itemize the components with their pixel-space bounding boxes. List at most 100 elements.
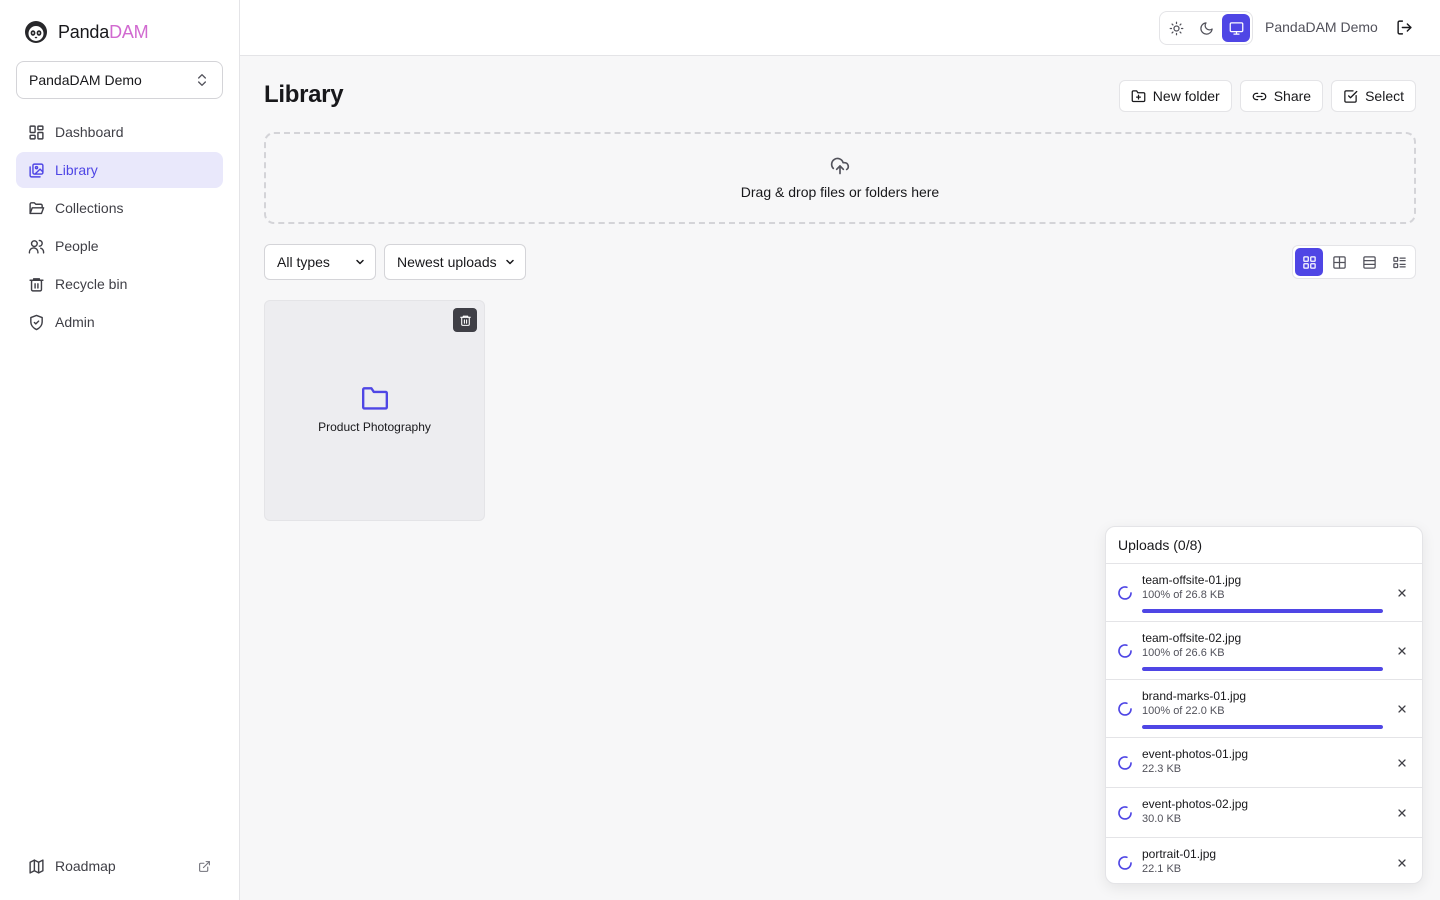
monitor-icon xyxy=(1229,21,1243,35)
sidebar-item-label: People xyxy=(55,238,99,254)
sidebar-item-roadmap[interactable]: Roadmap xyxy=(16,848,223,884)
sidebar-item-label: Dashboard xyxy=(55,124,124,140)
trash-icon xyxy=(459,315,471,326)
workspace-select[interactable]: PandaDAM Demo xyxy=(16,61,223,99)
upload-item: team-offsite-02.jpg 100% of 26.6 KB xyxy=(1106,622,1422,680)
upload-file-name: event-photos-02.jpg xyxy=(1142,797,1249,811)
dropzone-text: Drag & drop files or folders here xyxy=(740,184,940,200)
folder-icon xyxy=(362,387,388,410)
share-label: Share xyxy=(1273,88,1312,104)
sidebar-item-recycle-bin[interactable]: Recycle bin xyxy=(16,266,223,302)
folder-card[interactable]: Product Photography xyxy=(264,300,485,521)
spinner-icon xyxy=(1118,644,1132,658)
upload-file-name: brand-marks-01.jpg xyxy=(1142,689,1247,703)
close-icon[interactable] xyxy=(1396,807,1408,819)
upload-progress-fill xyxy=(1142,667,1383,671)
shield-check-icon xyxy=(30,314,43,330)
topbar: PandaDAM Demo xyxy=(240,0,1440,56)
delete-folder-button[interactable] xyxy=(453,308,477,332)
sidebar-item-collections[interactable]: Collections xyxy=(16,190,223,226)
upload-item: event-photos-01.jpg 22.3 KB xyxy=(1106,738,1422,788)
close-icon[interactable] xyxy=(1396,703,1408,715)
grid-large-icon xyxy=(1302,255,1316,269)
user-name[interactable]: PandaDAM Demo xyxy=(1265,19,1378,35)
select-label: Select xyxy=(1365,88,1404,104)
new-folder-label: New folder xyxy=(1152,88,1220,104)
spinner-icon xyxy=(1118,856,1132,870)
sort-value: Newest uploads xyxy=(397,254,497,270)
close-icon[interactable] xyxy=(1396,757,1408,769)
share-button[interactable]: Share xyxy=(1239,80,1324,112)
upload-file-meta: 30.0 KB xyxy=(1142,813,1182,825)
page-actions: New folder Share Select xyxy=(1118,80,1416,112)
trash-icon xyxy=(29,277,44,292)
upload-progress-fill xyxy=(1142,725,1383,729)
upload-file-meta: 22.3 KB xyxy=(1142,763,1182,775)
upload-progress-bar xyxy=(1142,667,1383,671)
theme-system-button[interactable] xyxy=(1222,14,1250,42)
upload-progress-bar xyxy=(1142,609,1383,613)
chevron-down-icon xyxy=(506,259,514,265)
sun-icon xyxy=(1169,21,1183,35)
upload-progress-bar xyxy=(1142,725,1383,729)
sidebar-item-label: Recycle bin xyxy=(55,276,128,292)
upload-item: team-offsite-01.jpg 100% of 26.8 KB xyxy=(1106,564,1422,622)
theme-dark-button[interactable] xyxy=(1192,14,1220,42)
view-grid-small-button[interactable] xyxy=(1325,248,1353,276)
moon-icon xyxy=(1199,21,1213,35)
roadmap-label: Roadmap xyxy=(55,858,116,874)
chevron-down-icon xyxy=(356,259,364,265)
spinner-icon xyxy=(1118,702,1132,716)
logout-icon[interactable] xyxy=(1396,19,1413,36)
type-filter-select[interactable]: All types xyxy=(264,244,376,280)
users-icon xyxy=(28,239,45,254)
spinner-icon xyxy=(1118,756,1132,770)
spinner-icon xyxy=(1118,586,1132,600)
link-icon xyxy=(1252,92,1267,100)
brand-name: PandaDAM xyxy=(58,21,149,42)
new-folder-button[interactable]: New folder xyxy=(1118,80,1232,112)
upload-file-meta: 100% of 26.8 KB xyxy=(1142,589,1225,601)
upload-item: brand-marks-01.jpg 100% of 22.0 KB xyxy=(1106,680,1422,738)
brand[interactable]: PandaDAM xyxy=(24,18,149,46)
theme-switcher xyxy=(1159,11,1253,45)
theme-light-button[interactable] xyxy=(1162,14,1190,42)
panda-logo-icon xyxy=(25,21,47,43)
sidebar-item-label: Library xyxy=(55,162,98,178)
external-link-icon xyxy=(199,860,210,872)
sidebar-nav: Dashboard Library Collections People Rec… xyxy=(16,114,223,342)
spinner-icon xyxy=(1118,806,1132,820)
close-icon[interactable] xyxy=(1396,857,1408,869)
sidebar-item-people[interactable]: People xyxy=(16,228,223,264)
upload-file-name: team-offsite-01.jpg xyxy=(1142,573,1242,587)
rows-icon xyxy=(1362,255,1376,269)
view-grid-large-button[interactable] xyxy=(1295,248,1323,276)
map-icon xyxy=(29,858,44,874)
upload-progress-fill xyxy=(1142,609,1383,613)
upload-file-name: event-photos-01.jpg xyxy=(1142,747,1249,761)
upload-file-meta: 100% of 22.0 KB xyxy=(1142,705,1225,717)
upload-file-name: team-offsite-02.jpg xyxy=(1142,631,1242,645)
view-list-button[interactable] xyxy=(1355,248,1383,276)
folder-plus-icon xyxy=(1131,89,1146,102)
upload-dropzone[interactable]: Drag & drop files or folders here xyxy=(264,132,1416,224)
sidebar-item-dashboard[interactable]: Dashboard xyxy=(16,114,223,150)
upload-item: portrait-01.jpg 22.1 KB xyxy=(1106,838,1422,883)
upload-file-name: portrait-01.jpg xyxy=(1142,847,1217,861)
folder-name: Product Photography xyxy=(318,420,431,434)
sort-select[interactable]: Newest uploads xyxy=(384,244,526,280)
sidebar-item-library[interactable]: Library xyxy=(16,152,223,188)
close-icon[interactable] xyxy=(1396,645,1408,657)
upload-file-meta: 100% of 26.6 KB xyxy=(1142,647,1225,659)
close-icon[interactable] xyxy=(1396,587,1408,599)
page-title: Library xyxy=(264,81,344,108)
grid-icon xyxy=(29,124,44,140)
view-details-button[interactable] xyxy=(1385,248,1413,276)
sidebar-item-admin[interactable]: Admin xyxy=(16,304,223,340)
cloud-upload-icon xyxy=(830,157,850,175)
select-button[interactable]: Select xyxy=(1331,80,1416,112)
uploads-panel: Uploads (0/8) team-offsite-01.jpg 100% o… xyxy=(1105,526,1423,884)
type-filter-value: All types xyxy=(277,254,330,270)
uploads-title[interactable]: Uploads (0/8) xyxy=(1106,527,1422,564)
check-square-icon xyxy=(1344,89,1358,103)
